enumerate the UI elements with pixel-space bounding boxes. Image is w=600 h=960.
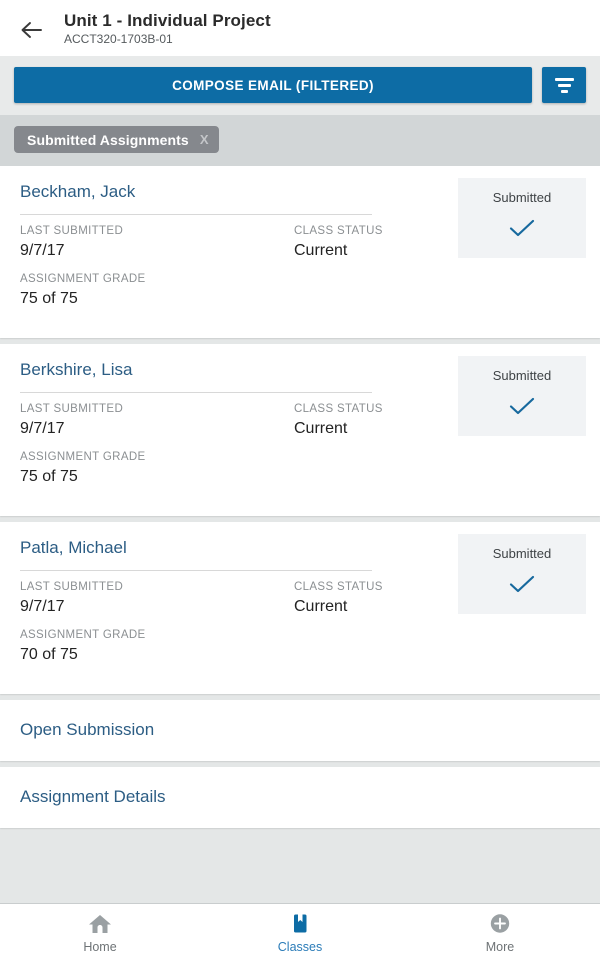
last-submitted-label: LAST SUBMITTED	[20, 225, 124, 237]
filter-chip-submitted-assignments[interactable]: Submitted Assignments X	[14, 126, 219, 153]
assignment-grade-label: ASSIGNMENT GRADE	[20, 629, 146, 641]
student-name-link[interactable]: Beckham, Jack	[20, 180, 135, 214]
student-name-link[interactable]: Berkshire, Lisa	[20, 358, 132, 392]
filter-funnel-icon	[554, 77, 574, 93]
nav-item-classes[interactable]: Classes	[200, 904, 400, 960]
nav-label-home: Home	[83, 940, 117, 954]
class-status-label: CLASS STATUS	[294, 403, 383, 415]
card-divider	[20, 392, 372, 393]
assignment-grade-label: ASSIGNMENT GRADE	[20, 451, 146, 463]
class-status-field: CLASS STATUS Current	[294, 224, 383, 262]
last-submitted-value: 9/7/17	[20, 242, 65, 259]
student-card[interactable]: Berkshire, Lisa LAST SUBMITTED 9/7/17 CL…	[0, 344, 600, 516]
assignment-grade-value: 70 of 75	[20, 646, 78, 663]
assignment-details-label: Assignment Details	[20, 787, 166, 806]
card-field-row: ASSIGNMENT GRADE 70 of 75	[20, 628, 586, 666]
class-status-label: CLASS STATUS	[294, 581, 383, 593]
open-submission-label: Open Submission	[20, 720, 155, 739]
page-title: Unit 1 - Individual Project	[64, 11, 271, 30]
last-submitted-field: LAST SUBMITTED 9/7/17	[20, 580, 294, 618]
class-status-value: Current	[294, 420, 348, 437]
status-badge: Submitted	[458, 356, 586, 436]
card-field-row: ASSIGNMENT GRADE 75 of 75	[20, 272, 586, 310]
checkmark-icon	[508, 218, 536, 238]
nav-item-more[interactable]: More	[400, 904, 600, 960]
header-title-group: Unit 1 - Individual Project ACCT320-1703…	[64, 10, 271, 46]
nav-label-classes: Classes	[277, 940, 323, 954]
back-arrow-icon	[19, 19, 45, 41]
plus-circle-icon	[487, 911, 513, 937]
status-badge: Submitted	[458, 534, 586, 614]
page-subtitle: ACCT320-1703B-01	[64, 32, 173, 46]
class-status-value: Current	[294, 242, 348, 259]
filter-chip-bar: Submitted Assignments X	[0, 115, 600, 166]
assignment-grade-field: ASSIGNMENT GRADE 75 of 75	[20, 272, 294, 310]
bottom-navigation: Home Classes More	[0, 903, 600, 960]
assignment-grade-value: 75 of 75	[20, 468, 78, 485]
assignment-details-row[interactable]: Assignment Details	[0, 767, 600, 828]
nav-item-home[interactable]: Home	[0, 904, 200, 960]
card-field-row: ASSIGNMENT GRADE 75 of 75	[20, 450, 586, 488]
status-badge: Submitted	[458, 178, 586, 258]
student-list: Beckham, Jack LAST SUBMITTED 9/7/17 CLAS…	[0, 166, 600, 828]
checkmark-icon	[508, 574, 536, 594]
last-submitted-value: 9/7/17	[20, 598, 65, 615]
class-status-field: CLASS STATUS Current	[294, 580, 383, 618]
last-submitted-label: LAST SUBMITTED	[20, 403, 124, 415]
last-submitted-label: LAST SUBMITTED	[20, 581, 124, 593]
assignment-grade-label: ASSIGNMENT GRADE	[20, 273, 146, 285]
filter-chip-remove-icon[interactable]: X	[200, 132, 209, 147]
status-badge-label: Submitted	[492, 190, 552, 205]
filter-chip-label: Submitted Assignments	[27, 131, 189, 148]
compose-email-button[interactable]: COMPOSE EMAIL (FILTERED)	[14, 67, 532, 103]
back-button[interactable]	[0, 10, 64, 50]
home-icon	[87, 911, 113, 937]
assignment-grade-value: 75 of 75	[20, 290, 78, 307]
last-submitted-field: LAST SUBMITTED 9/7/17	[20, 402, 294, 440]
last-submitted-field: LAST SUBMITTED 9/7/17	[20, 224, 294, 262]
class-status-field: CLASS STATUS Current	[294, 402, 383, 440]
student-card[interactable]: Beckham, Jack LAST SUBMITTED 9/7/17 CLAS…	[0, 166, 600, 338]
checkmark-icon	[508, 396, 536, 416]
assignment-grade-field: ASSIGNMENT GRADE 75 of 75	[20, 450, 294, 488]
action-toolbar: COMPOSE EMAIL (FILTERED)	[0, 56, 600, 115]
filter-button[interactable]	[542, 67, 586, 103]
class-status-label: CLASS STATUS	[294, 225, 383, 237]
status-badge-label: Submitted	[492, 368, 552, 383]
last-submitted-value: 9/7/17	[20, 420, 65, 437]
student-name-link[interactable]: Patla, Michael	[20, 536, 127, 570]
nav-label-more: More	[485, 940, 515, 954]
student-card[interactable]: Patla, Michael LAST SUBMITTED 9/7/17 CLA…	[0, 522, 600, 694]
class-status-value: Current	[294, 598, 348, 615]
app-header: Unit 1 - Individual Project ACCT320-1703…	[0, 0, 600, 56]
assignment-grade-field: ASSIGNMENT GRADE 70 of 75	[20, 628, 294, 666]
open-submission-row[interactable]: Open Submission	[0, 700, 600, 761]
book-bookmark-icon	[287, 911, 313, 937]
status-badge-label: Submitted	[492, 546, 552, 561]
card-divider	[20, 570, 372, 571]
card-divider	[20, 214, 372, 215]
